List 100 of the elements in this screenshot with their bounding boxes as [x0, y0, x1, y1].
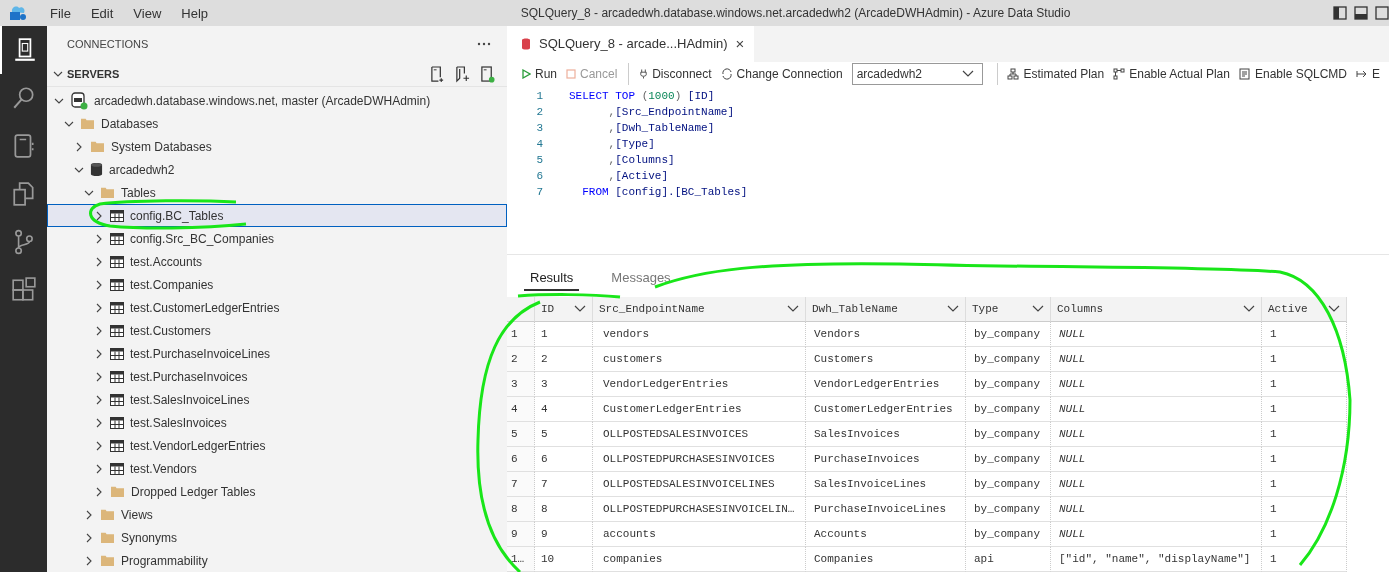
table-cell: 2: [535, 347, 593, 372]
chevron-down-icon[interactable]: [574, 305, 586, 313]
split-layout-icon[interactable]: [1375, 6, 1389, 20]
table-cell: by_company: [966, 497, 1051, 522]
toolbar-button[interactable]: E: [1356, 66, 1389, 81]
menu-item[interactable]: Edit: [80, 5, 124, 21]
chevron-right-icon[interactable]: [94, 463, 104, 474]
table-cell: companies: [593, 547, 806, 572]
toolbar-button[interactable]: Enable SQLCMD: [1238, 66, 1356, 81]
chevron-right-icon[interactable]: [94, 325, 104, 336]
chevron-right-icon[interactable]: [84, 555, 94, 566]
chevron-down-icon[interactable]: [947, 305, 959, 313]
chevron-right-icon[interactable]: [94, 233, 104, 244]
active-connections-icon[interactable]: [480, 65, 495, 83]
chevron-right-icon[interactable]: [94, 210, 104, 221]
table-cell: by_company: [966, 422, 1051, 447]
results-tab[interactable]: Messages: [605, 269, 677, 291]
table-cell: PurchaseInvoices: [806, 447, 966, 472]
new-group-icon[interactable]: [455, 65, 470, 83]
tree-item[interactable]: test.Vendors: [47, 457, 507, 480]
close-icon[interactable]: ×: [735, 35, 745, 53]
tree-item[interactable]: test.PurchaseInvoiceLines: [47, 342, 507, 365]
tree-item[interactable]: config.BC_Tables: [47, 204, 507, 227]
panel-layout-icon[interactable]: [1354, 6, 1368, 20]
section-header[interactable]: SERVERS: [67, 68, 430, 81]
results-tab[interactable]: Results: [524, 269, 580, 291]
chevron-down-icon[interactable]: [787, 305, 799, 313]
table-cell: 1: [1262, 447, 1347, 472]
column-header[interactable]: Active: [1262, 297, 1347, 322]
menu-item[interactable]: View: [123, 5, 172, 21]
menu-item[interactable]: File: [40, 5, 81, 21]
chevron-right-icon[interactable]: [84, 532, 94, 543]
chevron-down-icon[interactable]: [1243, 305, 1255, 313]
chevron-right-icon[interactable]: [94, 371, 104, 382]
row-number: 9: [507, 522, 535, 547]
chevron-down-icon[interactable]: [1328, 305, 1340, 313]
table-cell: SalesInvoiceLines: [806, 472, 966, 497]
line-number: 1: [535, 89, 544, 102]
chevron-right-icon[interactable]: [94, 486, 104, 497]
toolbar-button[interactable]: Enable Actual Plan: [1113, 66, 1239, 81]
toolbar-button[interactable]: Run: [521, 66, 566, 81]
menu-item[interactable]: Help: [171, 5, 219, 21]
toolbar-button[interactable]: Disconnect: [639, 66, 721, 81]
tree-item[interactable]: arcadedwh.database.windows.net, master (ArcadeDWHAdmin): [47, 89, 507, 112]
tree-item[interactable]: test.Companies: [47, 273, 507, 296]
table-cell: by_company: [966, 447, 1051, 472]
table-cell: OLLPOSTEDPURCHASESINVOICES: [593, 447, 806, 472]
chevron-right-icon[interactable]: [94, 256, 104, 267]
column-header[interactable]: Src_EndpointName: [593, 297, 806, 322]
toolbar-button[interactable]: Estimated Plan: [1007, 66, 1114, 81]
tree-item[interactable]: Programmability: [47, 549, 507, 572]
chevron-right-icon[interactable]: [94, 394, 104, 405]
table-cell: CustomerLedgerEntries: [593, 397, 806, 422]
arrow-right-icon: [1356, 68, 1368, 79]
column-header[interactable]: ID: [535, 297, 593, 322]
chevron-right-icon[interactable]: [94, 302, 104, 313]
more-icon[interactable]: [477, 42, 491, 47]
line-number: 5: [535, 153, 544, 166]
tree-item[interactable]: test.SalesInvoices: [47, 411, 507, 434]
table-cell: 5: [535, 422, 593, 447]
tree-item[interactable]: test.VendorLedgerEntries: [47, 434, 507, 457]
chevron-down-icon[interactable]: [1032, 305, 1044, 313]
new-connection-icon[interactable]: [430, 65, 445, 83]
play-icon: [521, 68, 531, 79]
tree-item[interactable]: test.PurchaseInvoices: [47, 365, 507, 388]
tree-item[interactable]: arcadedwh2: [47, 158, 507, 181]
tree-item[interactable]: Dropped Ledger Tables: [47, 480, 507, 503]
connection-dropdown[interactable]: arcadedwh2: [851, 62, 983, 85]
table-cell: Companies: [806, 547, 966, 572]
sidebar-layout-icon[interactable]: [1333, 6, 1347, 20]
column-header[interactable]: Columns: [1051, 297, 1262, 322]
extensions-icon[interactable]: [10, 277, 37, 303]
table-cell: NULL: [1051, 347, 1262, 372]
tree-item[interactable]: test.CustomerLedgerEntries: [47, 296, 507, 319]
chevron-right-icon[interactable]: [94, 348, 104, 359]
column-header[interactable]: Type: [966, 297, 1051, 322]
panel-title: CONNECTIONS: [67, 38, 149, 51]
tree-item[interactable]: Views: [47, 503, 507, 526]
table-cell: OLLPOSTEDSALESINVOICES: [593, 422, 806, 447]
chevron-right-icon[interactable]: [84, 509, 94, 520]
chevron-right-icon[interactable]: [74, 141, 84, 152]
chevron-right-icon[interactable]: [94, 417, 104, 428]
tree-item[interactable]: test.Customers: [47, 319, 507, 342]
server-connected-icon: [70, 91, 88, 110]
copy-icon[interactable]: [10, 181, 37, 207]
column-header[interactable]: Dwh_TableName: [806, 297, 966, 322]
tree-item[interactable]: Tables: [47, 181, 507, 204]
tree-item[interactable]: Synonyms: [47, 526, 507, 549]
tree-item[interactable]: test.SalesInvoiceLines: [47, 388, 507, 411]
tree-item[interactable]: test.Accounts: [47, 250, 507, 273]
toolbar-button[interactable]: Change Connection: [720, 66, 852, 81]
tree-item[interactable]: Databases: [47, 112, 507, 135]
tree-item[interactable]: System Databases: [47, 135, 507, 158]
tree-item[interactable]: config.Src_BC_Companies: [47, 227, 507, 250]
chevron-right-icon[interactable]: [94, 440, 104, 451]
chevron-right-icon[interactable]: [94, 279, 104, 290]
flow-icon: [1113, 67, 1126, 80]
table-cell: Vendors: [806, 322, 966, 347]
table-cell: 6: [535, 447, 593, 472]
editor-tab[interactable]: SQLQuery_8 - arcade...HAdmin): [539, 36, 728, 52]
